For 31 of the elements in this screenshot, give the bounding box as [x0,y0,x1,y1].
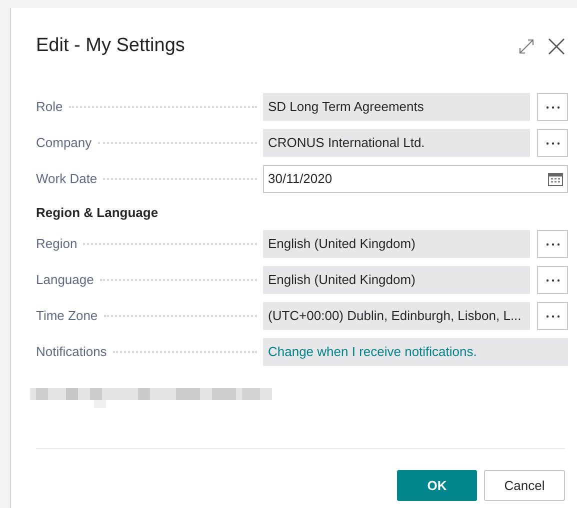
field-label: Language [36,271,94,290]
more-icon [546,106,560,108]
calendar-icon [548,172,563,186]
close-icon[interactable] [548,38,565,54]
more-icon [546,242,560,246]
lookup-field[interactable]: SD Long Term Agreements [263,93,530,121]
lookup-field[interactable]: English (United Kingdom) [263,230,530,258]
field-label: Region [36,235,78,254]
more-icon [546,142,560,144]
dialog-title: Edit - My Settings [36,34,185,58]
lookup-button[interactable] [537,266,568,294]
lookup-field[interactable]: English (United Kingdom) [263,266,530,294]
notifications-link[interactable]: Change when I receive notifications. [268,342,477,362]
field-label: Work Date [36,170,98,188]
date-field[interactable]: 30/11/2020 [263,165,568,193]
more-icon [546,278,560,282]
lookup-button[interactable] [537,129,568,157]
lookup-button[interactable] [537,230,568,258]
field-label: Notifications [36,343,107,362]
cancel-button[interactable]: Cancel [484,470,565,501]
field-label: Time Zone [36,307,98,326]
lookup-field[interactable]: (UTC+00:00) Dublin, Edinburgh, Lisbon, L... [263,302,530,330]
field-label: Company [36,134,92,152]
lookup-button[interactable] [537,302,568,330]
lookup-field[interactable]: CRONUS International Ltd. [263,129,530,157]
more-icon [546,314,560,318]
expand-icon[interactable] [519,38,534,54]
ok-button[interactable]: OK [397,470,477,501]
section-heading: Region & Language [36,204,160,222]
lookup-button[interactable] [537,93,568,121]
field-label: Role [36,98,63,116]
